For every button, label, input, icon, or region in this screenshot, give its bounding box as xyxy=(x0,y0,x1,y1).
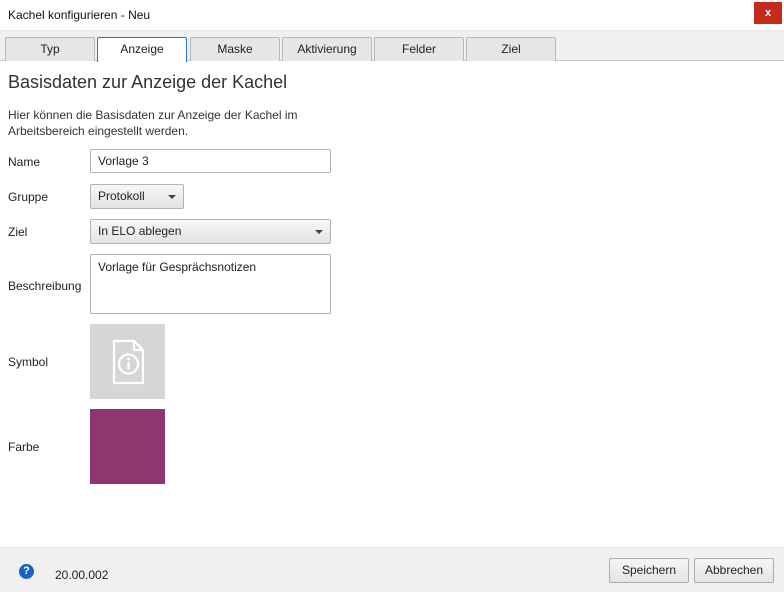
close-button[interactable]: x xyxy=(754,2,782,24)
page-title: Basisdaten zur Anzeige der Kachel xyxy=(8,72,288,92)
color-picker[interactable] xyxy=(90,409,165,484)
tab-ziel[interactable]: Ziel xyxy=(466,37,556,61)
name-label: Name xyxy=(8,155,41,169)
intro-text: Hier können die Basisdaten zur Anzeige d… xyxy=(8,108,298,138)
gruppe-value: Protokoll xyxy=(98,189,145,203)
gruppe-label: Gruppe xyxy=(8,190,49,204)
gruppe-select[interactable]: Protokoll xyxy=(90,184,184,209)
symbol-label: Symbol xyxy=(8,355,49,369)
save-button[interactable]: Speichern xyxy=(609,558,689,583)
tab-typ[interactable]: Typ xyxy=(5,37,95,61)
document-info-icon xyxy=(112,339,145,385)
tab-aktivierung[interactable]: Aktivierung xyxy=(282,37,372,61)
beschreibung-label: Beschreibung xyxy=(8,279,82,293)
version-label: 20.00.002 xyxy=(55,568,109,582)
footer: ? 20.00.002 Speichern Abbrechen xyxy=(0,547,784,592)
ziel-value: In ELO ablegen xyxy=(98,224,182,238)
help-icon[interactable]: ? xyxy=(19,564,34,579)
farbe-label: Farbe xyxy=(8,440,40,454)
tab-maske[interactable]: Maske xyxy=(190,37,280,61)
ziel-label: Ziel xyxy=(8,225,28,239)
window-title: Kachel konfigurieren - Neu xyxy=(8,8,151,22)
cancel-button[interactable]: Abbrechen xyxy=(694,558,774,583)
tab-bar: Typ Anzeige Maske Aktivierung Felder Zie… xyxy=(0,31,784,62)
symbol-picker[interactable] xyxy=(90,324,165,399)
name-input[interactable]: Vorlage 3 xyxy=(90,149,331,173)
ziel-select[interactable]: In ELO ablegen xyxy=(90,219,331,244)
chevron-down-icon xyxy=(315,230,323,234)
window-titlebar: Kachel konfigurieren - Neu x xyxy=(0,0,784,31)
tab-anzeige[interactable]: Anzeige xyxy=(97,37,187,62)
beschreibung-textarea[interactable]: Vorlage für Gesprächsnotizen xyxy=(90,254,331,314)
chevron-down-icon xyxy=(168,195,176,199)
tab-felder[interactable]: Felder xyxy=(374,37,464,61)
